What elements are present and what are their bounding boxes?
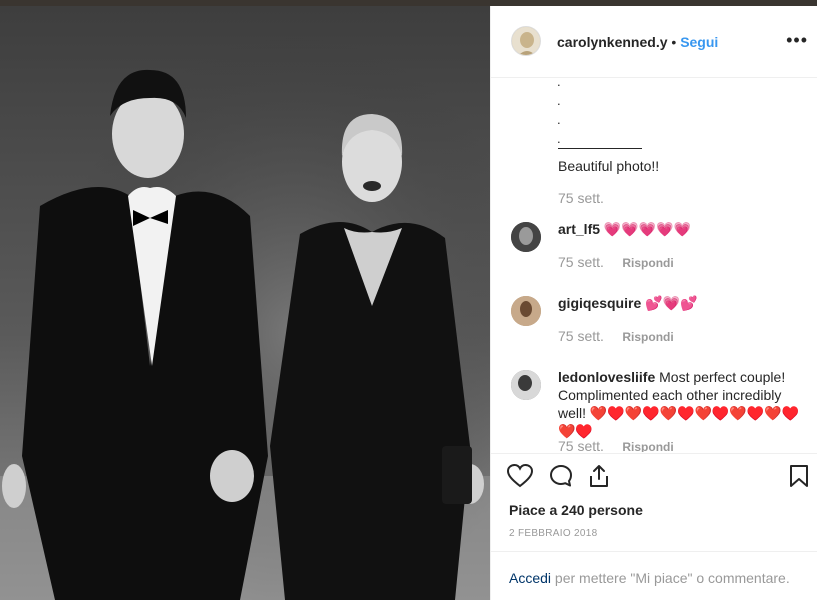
author-username[interactable]: carolynkenned.y — [557, 34, 668, 50]
commenter-username[interactable]: gigiqesquire — [558, 295, 641, 311]
caption-dot: . — [557, 112, 561, 127]
login-prompt-text: Accedi per mettere "Mi piace" o commenta… — [509, 570, 790, 586]
comment-body: gigiqesquire 💕💗💕 — [558, 294, 808, 312]
login-link[interactable]: Accedi — [509, 570, 551, 586]
author-avatar-image — [512, 27, 540, 55]
comment-icon[interactable] — [549, 464, 573, 488]
reply-button[interactable]: Rispondi — [622, 256, 673, 270]
commenter-username[interactable]: ledonlovesliife — [558, 369, 655, 385]
post-date: 2 FEBBRAIO 2018 — [509, 528, 598, 539]
reply-button[interactable]: Rispondi — [622, 330, 673, 344]
comment-body: art_lf5 💗💗💗💗💗 — [558, 220, 808, 238]
comment-emoji: ❤️♥️❤️♥️❤️♥️❤️♥️❤️♥️❤️♥️❤️♥️ — [558, 405, 800, 439]
header-user-line: carolynkenned.y • Segui — [557, 34, 718, 50]
comment-time[interactable]: 75 sett. — [558, 328, 604, 344]
likes-count[interactable]: Piace a 240 persone — [509, 502, 643, 518]
share-icon[interactable] — [587, 464, 611, 488]
commenter-avatar-image — [511, 296, 541, 326]
login-prompt-rest: per mettere "Mi piace" o commentare. — [551, 570, 790, 586]
comment-meta: 75 sett. Rispondi — [558, 438, 674, 452]
commenter-avatar[interactable] — [511, 222, 541, 252]
post-header: carolynkenned.y • Segui ••• — [491, 6, 817, 78]
follow-button[interactable]: Segui — [680, 34, 718, 50]
caption-time[interactable]: 75 sett. — [558, 190, 604, 206]
heart-icon[interactable] — [507, 464, 533, 488]
comment-meta: 75 sett. Rispondi — [558, 328, 674, 346]
commenter-username[interactable]: art_lf5 — [558, 221, 600, 237]
header-separator: • — [671, 34, 677, 50]
commenter-avatar[interactable] — [511, 370, 541, 400]
caption-meta: 75 sett. — [558, 190, 604, 208]
post-side-panel: carolynkenned.y • Segui ••• . . . . Beau… — [490, 6, 817, 600]
caption-dot: . — [557, 131, 561, 146]
comments-list[interactable]: . . . . Beautiful photo!! 75 sett. art_l… — [491, 78, 817, 452]
post-photo[interactable] — [0, 6, 490, 600]
commenter-avatar-image — [511, 370, 541, 400]
bookmark-icon[interactable] — [789, 464, 809, 488]
caption-divider — [558, 148, 642, 149]
commenter-avatar[interactable] — [511, 296, 541, 326]
caption-text: Beautiful photo!! — [558, 158, 660, 174]
post-actions: Piace a 240 persone 2 FEBBRAIO 2018 Acce… — [491, 453, 817, 599]
caption-dots: . . . . — [557, 78, 561, 148]
comment-time[interactable]: 75 sett. — [558, 438, 604, 452]
caption-dot: . — [557, 78, 561, 89]
login-prompt: Accedi per mettere "Mi piace" o commenta… — [491, 551, 817, 600]
more-options-icon[interactable]: ••• — [786, 30, 808, 51]
comment-emoji: 💕💗💕 — [645, 295, 698, 311]
comment-meta: 75 sett. Rispondi — [558, 254, 674, 272]
caption-dot: . — [557, 93, 561, 108]
comment-emoji: 💗💗💗💗💗 — [603, 221, 692, 237]
commenter-avatar-image — [511, 222, 541, 252]
reply-button[interactable]: Rispondi — [622, 440, 673, 452]
post-photo-image — [0, 6, 490, 600]
comment-time[interactable]: 75 sett. — [558, 254, 604, 270]
author-avatar[interactable] — [511, 26, 541, 56]
comment-body: ledonlovesliife Most perfect couple! Com… — [558, 368, 808, 440]
